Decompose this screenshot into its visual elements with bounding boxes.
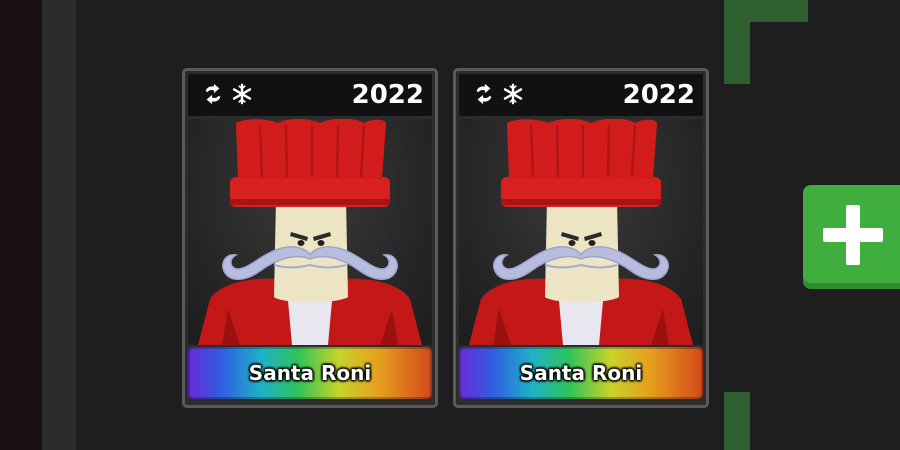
rarity-name-plate: Santa Roni bbox=[459, 347, 703, 399]
scrollbar-track[interactable] bbox=[42, 0, 76, 450]
item-card[interactable]: 2022 Santa Roni bbox=[453, 68, 709, 408]
item-portrait bbox=[188, 119, 432, 345]
slot-frame-corner-bottom bbox=[724, 392, 750, 450]
rarity-name-plate: Santa Roni bbox=[188, 347, 432, 399]
snowflake-icon bbox=[232, 83, 252, 105]
trade-inventory-screen: 2022 Santa Roni 2022 Santa Roni bbox=[0, 0, 900, 450]
item-name: Santa Roni bbox=[248, 361, 372, 385]
santa-roni-image bbox=[198, 119, 422, 345]
item-portrait bbox=[459, 119, 703, 345]
card-header: 2022 bbox=[459, 74, 703, 116]
card-header: 2022 bbox=[188, 74, 432, 116]
swap-arrows-icon bbox=[476, 83, 492, 105]
item-card[interactable]: 2022 Santa Roni bbox=[182, 68, 438, 408]
item-year: 2022 bbox=[622, 80, 695, 110]
item-year: 2022 bbox=[351, 80, 424, 110]
swap-arrows-icon bbox=[205, 83, 221, 105]
santa-roni-image bbox=[469, 119, 693, 345]
item-name: Santa Roni bbox=[519, 361, 643, 385]
slot-frame-corner-top-edge bbox=[724, 0, 808, 22]
add-item-button[interactable] bbox=[803, 185, 900, 289]
plus-icon bbox=[823, 205, 883, 265]
left-edge-panel bbox=[0, 0, 42, 450]
snowflake-icon bbox=[503, 83, 523, 105]
